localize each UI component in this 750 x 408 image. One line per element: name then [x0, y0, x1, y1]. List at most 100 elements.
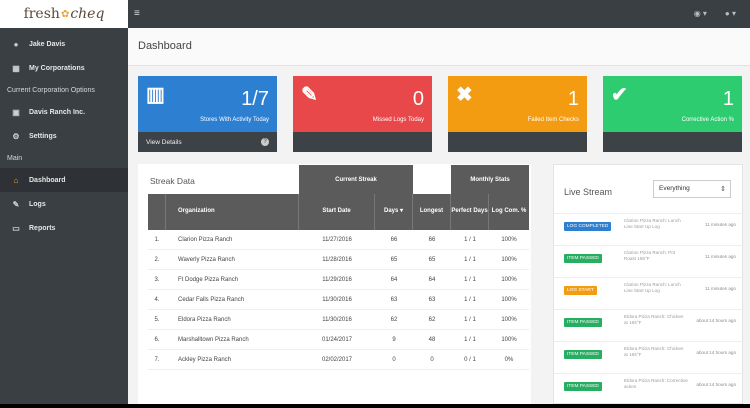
- sidebar-item-label: Jake Davis: [29, 40, 66, 48]
- stat-card-stores-activity[interactable]: ▥ 1/7 Stores With Activity Today View De…: [138, 76, 277, 152]
- table-header: Organization Start Date Days ▾ Longest P…: [148, 194, 529, 230]
- times-icon: ✖: [456, 84, 473, 106]
- table-row[interactable]: 6. Marshalltown Pizza Ranch 01/24/2017 9 48 1…: [148, 330, 529, 350]
- cell-longest: 66: [428, 237, 436, 243]
- live-stream-panel: Live Stream Everything ⇕ LOG COMPLETED Cl…: [553, 164, 744, 404]
- gear-icon: ⚙: [12, 131, 20, 141]
- stat-card-failed-checks[interactable]: ✖ 1 Failed Item Checks: [448, 76, 587, 152]
- leaf-icon: ✿: [60, 8, 70, 20]
- stat-cards: ▥ 1/7 Stores With Activity Today View De…: [138, 76, 742, 152]
- cell-start: 11/28/2016: [322, 257, 352, 263]
- folder-icon: ▭: [12, 223, 20, 233]
- card-body: ✔ 1 Corrective Action %: [603, 76, 742, 132]
- cell-days: 66: [390, 237, 398, 243]
- cell-pct: 100%: [501, 237, 517, 243]
- cell-org: Clarion Pizza Ranch: [178, 237, 233, 243]
- stream-event[interactable]: ITEM PASSED Eldora Pizza Ranch: Correctiv…: [554, 373, 744, 404]
- main-content: Dashboard ▥ 1/7 Stores With Activity Tod…: [128, 28, 750, 404]
- edit-icon: ✎: [301, 84, 318, 106]
- stream-event[interactable]: ITEM PASSED Eldora Pizza Ranch: Chicken a…: [554, 341, 744, 373]
- col-header-longest[interactable]: Longest: [413, 194, 451, 230]
- info-icon[interactable]: ?: [261, 138, 269, 146]
- eye-icon[interactable]: ◉ ▾: [694, 9, 707, 18]
- streak-title: Streak Data: [150, 176, 195, 186]
- view-details-link[interactable]: View Details: [146, 139, 182, 146]
- freshcheq-logo[interactable]: fresh ✿ cheq: [0, 0, 128, 28]
- cell-days: 64: [390, 277, 398, 283]
- event-message: Clarion Pizza Ranch: Lunch Line Start Up…: [624, 282, 681, 293]
- col-header-organization[interactable]: Organization: [166, 194, 299, 230]
- cell-pct: 100%: [501, 297, 517, 303]
- edit-icon: ✎: [12, 199, 20, 209]
- event-badge: ITEM PASSED: [564, 350, 602, 359]
- page-title: Dashboard: [138, 40, 192, 52]
- hamburger-menu-icon[interactable]: ≡: [134, 8, 140, 19]
- sidebar-item-settings[interactable]: ⚙ Settings: [0, 124, 128, 148]
- cell-longest: 48: [428, 337, 436, 343]
- cell-org: Cedar Falls Pizza Ranch: [178, 297, 245, 303]
- stat-card-missed-logs[interactable]: ✎ 0 Missed Logs Today: [293, 76, 432, 152]
- card-label: Failed Item Checks: [527, 117, 579, 123]
- cell-org: Marshalltown Pizza Ranch: [178, 337, 249, 343]
- event-message: Eldora Pizza Ranch: Chicken at 165°F: [624, 314, 684, 325]
- sidebar-item-dashboard[interactable]: ⌂ Dashboard: [0, 168, 128, 192]
- cell-start: 01/24/2017: [321, 337, 353, 343]
- sidebar-item-logs[interactable]: ✎ Logs: [0, 192, 128, 216]
- stream-event[interactable]: LOG COMPLETED Clarion Pizza Ranch: Lunch …: [554, 213, 744, 245]
- building-icon: ▦: [12, 63, 20, 73]
- table-row[interactable]: 7. Ackley Pizza Ranch 02/02/2017 0 0 0 / 1 0%: [148, 350, 529, 370]
- sidebar-item-label: Logs: [29, 200, 46, 208]
- cell-org: Ackley Pizza Ranch: [178, 357, 232, 363]
- cell-pct: 100%: [501, 277, 517, 283]
- stream-filter-select[interactable]: Everything ⇕: [653, 180, 731, 198]
- table-row[interactable]: 2. Waverly Pizza Ranch 11/28/2016 65 65 1 / 1…: [148, 250, 529, 270]
- table-row[interactable]: 4. Cedar Falls Pizza Ranch 11/30/2016 63 63 1…: [148, 290, 529, 310]
- event-time: 11 minutes ago: [704, 286, 736, 291]
- event-message: Eldora Pizza Ranch: Corrective action: [624, 378, 688, 389]
- cell-start: 11/30/2016: [322, 297, 352, 303]
- top-bar: ≡ ◉ ▾ ● ▾: [128, 0, 750, 28]
- card-footer: [293, 132, 432, 152]
- sidebar-item-corporations[interactable]: ▦ My Corporations: [0, 56, 128, 80]
- cell-pct: 0%: [504, 357, 514, 363]
- col-header-perfect-days[interactable]: Perfect Days: [451, 194, 489, 230]
- logo-text-cheq: cheq: [70, 6, 105, 22]
- card-value: 1: [722, 88, 734, 110]
- user-menu-icon[interactable]: ● ▾: [725, 9, 736, 18]
- cell-start: 11/30/2016: [322, 317, 352, 323]
- cell-start: 11/27/2016: [322, 237, 352, 243]
- cell-longest: 0: [430, 357, 434, 363]
- cell-org: Waverly Pizza Ranch: [178, 257, 235, 263]
- col-header-log-com[interactable]: Log Com. %: [489, 194, 529, 230]
- card-label: Stores With Activity Today: [200, 117, 269, 123]
- sidebar-item-reports[interactable]: ▭ Reports: [0, 216, 128, 240]
- stream-event[interactable]: LOG START Clarion Pizza Ranch: Lunch Line…: [554, 277, 744, 309]
- event-time: 11 minutes ago: [704, 222, 736, 227]
- sidebar-item-label: Settings: [29, 132, 57, 140]
- cell-perfect: 1 / 1: [464, 277, 476, 283]
- stat-card-corrective-action[interactable]: ✔ 1 Corrective Action %: [603, 76, 742, 152]
- table-row[interactable]: 3. Ft Dodge Pizza Ranch 11/29/2016 64 64 1 / …: [148, 270, 529, 290]
- cell-perfect: 1 / 1: [464, 317, 476, 323]
- live-stream-title: Live Stream: [564, 187, 613, 197]
- sidebar-item-corporation[interactable]: ▣ Davis Ranch Inc.: [0, 100, 128, 124]
- event-badge: LOG START: [564, 286, 597, 295]
- event-badge: ITEM PASSED: [564, 254, 602, 263]
- col-header-days[interactable]: Days ▾: [375, 194, 413, 230]
- card-label: Corrective Action %: [681, 117, 734, 123]
- group-header-current-streak: Current Streak: [299, 165, 413, 194]
- cell-days: 63: [390, 297, 398, 303]
- cell-perfect: 1 / 1: [464, 297, 476, 303]
- card-footer[interactable]: View Details ?: [138, 132, 277, 152]
- stream-event[interactable]: ITEM PASSED Eldora Pizza Ranch: Chicken a…: [554, 309, 744, 341]
- col-header-start-date[interactable]: Start Date: [299, 194, 375, 230]
- stream-event[interactable]: ITEM PASSED Clarion Pizza Ranch: Pot Roas…: [554, 245, 744, 277]
- sidebar-item-user[interactable]: ● Jake Davis: [0, 32, 128, 56]
- event-time: about 14 hours ago: [696, 350, 736, 355]
- page-header: Dashboard: [128, 28, 750, 66]
- sidebar-item-label: Reports: [29, 224, 56, 232]
- cell-pct: 100%: [501, 317, 517, 323]
- table-row[interactable]: 5. Eldora Pizza Ranch 11/30/2016 62 62 1 / 1 1…: [148, 310, 529, 330]
- event-message: Clarion Pizza Ranch: Pot Roast 165°F: [624, 250, 676, 261]
- table-row[interactable]: 1. Clarion Pizza Ranch 11/27/2016 66 66 1 / 1…: [148, 230, 529, 250]
